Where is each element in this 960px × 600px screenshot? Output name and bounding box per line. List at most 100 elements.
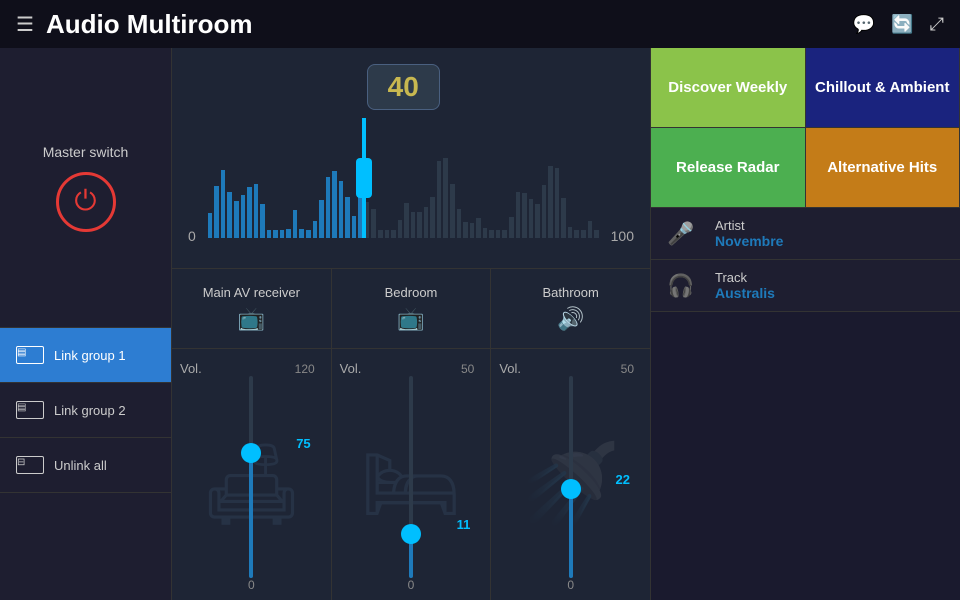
bar-51 xyxy=(542,185,547,238)
bar-2 xyxy=(221,170,226,238)
bar-59 xyxy=(594,230,599,238)
vol-control-main-av: 🛋 Vol. 120 75 0 xyxy=(172,349,332,600)
bathroom-slider-container[interactable]: 22 xyxy=(499,376,642,578)
main-av-vol-label: Vol. xyxy=(180,361,202,376)
bar-48 xyxy=(522,193,527,238)
bar-20 xyxy=(339,181,344,238)
bar-50 xyxy=(535,204,540,238)
bathroom-vol-max: 50 xyxy=(621,362,634,376)
bar-25 xyxy=(371,209,376,238)
bar-52 xyxy=(548,166,553,238)
headphones-icon: 🎧 xyxy=(667,273,699,299)
bathroom-vol-min: 0 xyxy=(567,578,574,592)
unlink-label: Unlink all xyxy=(54,458,107,473)
bar-55 xyxy=(568,227,573,238)
bar-21 xyxy=(345,197,350,238)
volume-slider-area[interactable]: 40 xyxy=(208,64,599,252)
main-av-vol-min: 0 xyxy=(248,578,255,592)
bar-30 xyxy=(404,203,409,238)
hamburger-icon[interactable]: ☰ xyxy=(16,12,34,37)
track-label: Track xyxy=(715,270,775,285)
bar-8 xyxy=(260,204,265,238)
playlist-grid: Discover Weekly Chillout & Ambient Relea… xyxy=(651,48,960,208)
bar-39 xyxy=(463,222,468,238)
playlist-alternative-hits[interactable]: Alternative Hits xyxy=(806,128,960,208)
bar-16 xyxy=(313,221,318,239)
bedroom-vol-label: Vol. xyxy=(340,361,362,376)
artist-label: Artist xyxy=(715,218,783,233)
room-main-av[interactable]: Main AV receiver 📺 xyxy=(172,269,332,348)
artist-info-row: 🎤 Artist Novembre xyxy=(651,208,960,260)
bedroom-slider-knob[interactable] xyxy=(401,524,421,544)
bar-14 xyxy=(299,229,304,238)
room-main-av-label: Main AV receiver xyxy=(203,285,300,300)
unlink-icon: ⊟ xyxy=(16,456,44,474)
bar-1 xyxy=(214,186,219,238)
bar-22 xyxy=(352,216,357,238)
chat-icon-btn[interactable]: 💬 xyxy=(853,14,875,35)
track-info-row: 🎧 Track Australis xyxy=(651,260,960,312)
bar-0 xyxy=(208,213,213,238)
bar-44 xyxy=(496,230,501,238)
master-power-button[interactable] xyxy=(56,172,116,232)
bedroom-slider-container[interactable]: 11 xyxy=(340,376,483,578)
bar-42 xyxy=(483,228,488,238)
bar-7 xyxy=(254,184,259,238)
volume-bars-container[interactable] xyxy=(208,118,599,238)
group1-label: Link group 1 xyxy=(54,348,126,363)
bar-29 xyxy=(398,220,403,238)
bar-40 xyxy=(470,223,475,238)
room-bathroom[interactable]: Bathroom 🔊 xyxy=(491,269,650,348)
sidebar-item-unlink[interactable]: ⊟ Unlink all xyxy=(0,438,171,493)
bar-9 xyxy=(267,230,272,238)
vol-max-label: 100 xyxy=(611,228,634,244)
expand-icon-btn[interactable]: ⤢ xyxy=(930,14,944,35)
bar-58 xyxy=(588,221,593,238)
bathroom-slider-fill xyxy=(569,489,573,578)
playlist-chillout-ambient[interactable]: Chillout & Ambient xyxy=(806,48,960,128)
header: ☰ Audio Multiroom 💬 🔄 ⤢ xyxy=(0,0,960,48)
bar-27 xyxy=(385,230,390,238)
header-left: ☰ Audio Multiroom xyxy=(16,9,252,40)
bar-28 xyxy=(391,230,396,238)
master-switch-panel: Master switch xyxy=(0,48,171,328)
bedroom-vol-min: 0 xyxy=(408,578,415,592)
bar-47 xyxy=(516,192,521,238)
bar-13 xyxy=(293,210,298,238)
app-title: Audio Multiroom xyxy=(46,9,253,40)
bar-35 xyxy=(437,161,442,238)
bathroom-slider-track xyxy=(569,376,573,578)
vol-control-bedroom: 🛏 Vol. 50 11 0 xyxy=(332,349,492,600)
bar-41 xyxy=(476,218,481,238)
microphone-icon: 🎤 xyxy=(667,221,699,247)
room-bedroom-icon: 📺 xyxy=(397,306,424,332)
sidebar-item-group1[interactable]: ▤ Link group 1 xyxy=(0,328,171,383)
bedroom-slider-track xyxy=(409,376,413,578)
bar-12 xyxy=(286,229,291,238)
room-bathroom-label: Bathroom xyxy=(542,285,598,300)
playlist-release-radar[interactable]: Release Radar xyxy=(651,128,806,208)
bar-38 xyxy=(457,209,462,238)
bar-26 xyxy=(378,230,383,238)
track-info-content: Track Australis xyxy=(715,270,775,301)
refresh-icon-btn[interactable]: 🔄 xyxy=(891,14,913,35)
master-switch-label: Master switch xyxy=(43,144,129,160)
main-layout: Master switch ▤ Link group 1 ▤ Link grou… xyxy=(0,48,960,600)
bedroom-vol-value: 11 xyxy=(457,517,471,532)
bathroom-slider-knob[interactable] xyxy=(561,479,581,499)
rooms-row: Main AV receiver 📺 Bedroom 📺 Bathroom 🔊 xyxy=(172,268,650,348)
vol-min-label: 0 xyxy=(188,228,196,244)
main-av-slider-track xyxy=(249,376,253,578)
room-bedroom[interactable]: Bedroom 📺 xyxy=(332,269,492,348)
main-av-slider-container[interactable]: 75 xyxy=(180,376,323,578)
room-bedroom-label: Bedroom xyxy=(385,285,438,300)
bar-49 xyxy=(529,199,534,238)
bar-34 xyxy=(430,197,435,238)
sidebar-item-group2[interactable]: ▤ Link group 2 xyxy=(0,383,171,438)
main-av-slider-knob[interactable] xyxy=(241,443,261,463)
main-av-vol-max: 120 xyxy=(295,362,315,376)
playlist-discover-weekly[interactable]: Discover Weekly xyxy=(651,48,806,128)
bar-43 xyxy=(489,230,494,238)
bar-45 xyxy=(502,230,507,238)
slider-knob[interactable] xyxy=(356,158,372,198)
